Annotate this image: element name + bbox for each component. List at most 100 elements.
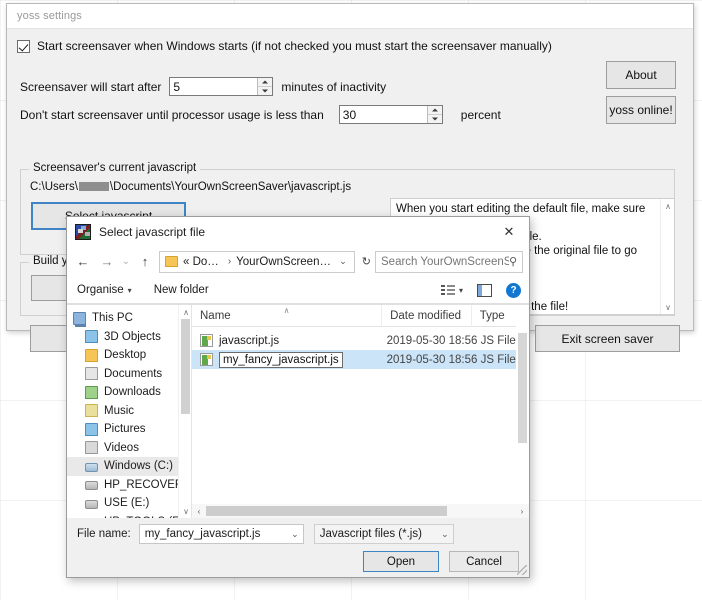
table-row[interactable]: my_fancy_javascript.js 2019-05-30 18:56 … — [192, 350, 529, 369]
chevron-down-icon[interactable]: ⌄ — [435, 529, 449, 540]
tree-item-use-e[interactable]: USE (E:) — [67, 494, 191, 513]
organise-label: Organise — [77, 284, 124, 296]
search-placeholder: Search YourOwnScreenSaver — [381, 255, 509, 268]
back-arrow-icon[interactable]: ← — [71, 250, 95, 274]
scroll-up-icon[interactable]: ∧ — [661, 199, 674, 213]
scroll-left-icon[interactable]: ‹ — [192, 504, 206, 518]
file-name-label: javascript.js — [219, 334, 280, 347]
minutes-spin-buttons[interactable] — [257, 78, 273, 95]
open-button[interactable]: Open — [363, 551, 439, 572]
folder-icon — [85, 385, 98, 399]
tree-item-music[interactable]: Music — [67, 402, 191, 421]
table-row[interactable]: javascript.js 2019-05-30 18:56 JS File — [192, 331, 529, 350]
tree-item-pictures[interactable]: Pictures — [67, 420, 191, 439]
file-rename-input[interactable]: my_fancy_javascript.js — [219, 351, 343, 368]
scroll-down-icon[interactable]: ∨ — [179, 504, 191, 518]
file-name-cell[interactable]: my_fancy_javascript.js — [192, 351, 379, 368]
drive-icon — [85, 462, 98, 472]
help-text-scrollbar[interactable]: ∧ ∨ — [660, 199, 674, 314]
chevron-down-icon: ▾ — [127, 285, 132, 295]
scrollbar-thumb[interactable] — [518, 333, 527, 443]
tree-item-hp-recovery[interactable]: HP_RECOVERY ( — [67, 476, 191, 495]
autostart-checkbox[interactable] — [17, 39, 30, 53]
tree-item-desktop[interactable]: Desktop — [67, 346, 191, 365]
cpu-label-after: percent — [460, 107, 501, 122]
breadcrumb-current[interactable]: YourOwnScreenSaver — [236, 256, 334, 268]
scroll-down-icon[interactable]: ∨ — [661, 300, 674, 314]
minutes-stepper[interactable] — [169, 77, 274, 96]
up-arrow-icon[interactable]: ↑ — [133, 250, 157, 274]
minutes-input[interactable] — [170, 78, 258, 95]
cpu-spin-down[interactable] — [428, 115, 442, 123]
organise-menu[interactable]: Organise ▾ — [77, 284, 132, 296]
cancel-button[interactable]: Cancel — [449, 551, 519, 572]
tree-item-3d-objects[interactable]: 3D Objects — [67, 328, 191, 347]
file-list-column-headers: Name ∧ Date modified Type — [192, 305, 529, 327]
filename-row: File name: my_fancy_javascript.js ⌄ Java… — [77, 524, 519, 544]
folder-icon — [85, 330, 98, 344]
autostart-checkbox-row[interactable]: Start screensaver when Windows starts (i… — [17, 39, 552, 53]
cpu-stepper[interactable] — [338, 105, 443, 124]
minutes-spin-down[interactable] — [258, 87, 272, 95]
tree-item-this-pc[interactable]: This PC — [67, 309, 191, 328]
filename-value: my_fancy_javascript.js — [144, 528, 261, 540]
file-list-vertical-scrollbar[interactable] — [516, 305, 529, 504]
tree-item-windows-c[interactable]: Windows (C:) — [67, 457, 191, 476]
file-name-cell[interactable]: javascript.js — [192, 334, 379, 347]
file-list-horizontal-scrollbar[interactable]: ‹ › — [192, 504, 529, 518]
settings-window-title: yoss settings — [17, 10, 82, 22]
preview-pane-icon[interactable] — [477, 283, 492, 297]
tree-item-label: Desktop — [104, 349, 147, 362]
filename-label: File name: — [77, 528, 131, 540]
yoss-online-button[interactable]: yoss online! — [606, 96, 676, 124]
chevron-down-icon[interactable]: ⌄ — [285, 529, 299, 540]
view-options-button[interactable]: ▾ — [440, 284, 463, 296]
resize-grip[interactable] — [517, 565, 527, 575]
column-header-type-label: Type — [479, 309, 505, 322]
tree-item-label: 3D Objects — [104, 330, 161, 343]
hscrollbar-track[interactable] — [206, 504, 515, 518]
breadcrumb-root[interactable]: « Docu... — [183, 256, 223, 268]
folder-icon — [85, 404, 98, 418]
file-type-filter-select[interactable]: Javascript files (*.js) ⌄ — [313, 524, 454, 544]
scroll-up-icon[interactable]: ∧ — [179, 305, 191, 319]
cpu-input[interactable] — [339, 106, 427, 123]
navigation-pane-scrollbar[interactable]: ∧ ∨ — [178, 305, 191, 518]
js-path-suffix: \Documents\YourOwnScreenSaver\javascript… — [109, 181, 352, 193]
cpu-spin-buttons[interactable] — [426, 106, 442, 123]
address-bar[interactable]: « Docu... › YourOwnScreenSaver ⌄ — [159, 250, 355, 273]
column-header-name-label: Name — [200, 309, 231, 322]
search-input[interactable]: Search YourOwnScreenSaver ⚲ — [375, 250, 523, 273]
help-icon[interactable]: ? — [506, 282, 521, 298]
filename-input[interactable]: my_fancy_javascript.js ⌄ — [138, 524, 304, 544]
forward-arrow-icon[interactable]: → — [95, 250, 119, 274]
new-folder-button[interactable]: New folder — [154, 284, 209, 296]
file-dialog-action-buttons: Open Cancel — [363, 551, 519, 572]
close-icon[interactable]: ✕ — [489, 217, 529, 246]
list-view-icon — [440, 284, 455, 296]
cpu-spin-up[interactable] — [427, 106, 442, 115]
hscrollbar-thumb[interactable] — [206, 506, 448, 516]
scroll-right-icon[interactable]: › — [515, 504, 529, 518]
tree-item-videos[interactable]: Videos — [67, 439, 191, 458]
minutes-spin-up[interactable] — [258, 78, 273, 87]
about-button[interactable]: About — [606, 61, 676, 89]
folder-icon — [165, 256, 178, 267]
computer-icon — [73, 311, 86, 327]
column-header-date-modified[interactable]: Date modified — [382, 305, 472, 327]
js-path-prefix: C:\Users\ — [30, 181, 78, 193]
address-chevron-down-icon[interactable]: ⌄ — [334, 256, 352, 267]
tree-item-documents[interactable]: Documents — [67, 365, 191, 384]
cpu-row: Don't start screensaver until processor … — [20, 105, 501, 124]
minutes-label-before: Screensaver will start after — [20, 79, 162, 94]
tree-item-downloads[interactable]: Downloads — [67, 383, 191, 402]
recent-locations-chevron-down-icon[interactable]: ⌄ — [119, 250, 133, 274]
scrollbar-thumb[interactable] — [181, 319, 190, 414]
exit-screen-saver-button[interactable]: Exit screen saver — [535, 325, 680, 352]
tree-item-label: Downloads — [104, 386, 161, 399]
view-chevron-down-icon: ▾ — [458, 285, 463, 295]
tree-item-label: Windows (C:) — [104, 460, 174, 473]
refresh-icon[interactable]: ↻ — [358, 255, 375, 268]
column-header-name[interactable]: Name ∧ — [192, 305, 383, 327]
app-icon — [75, 223, 91, 240]
